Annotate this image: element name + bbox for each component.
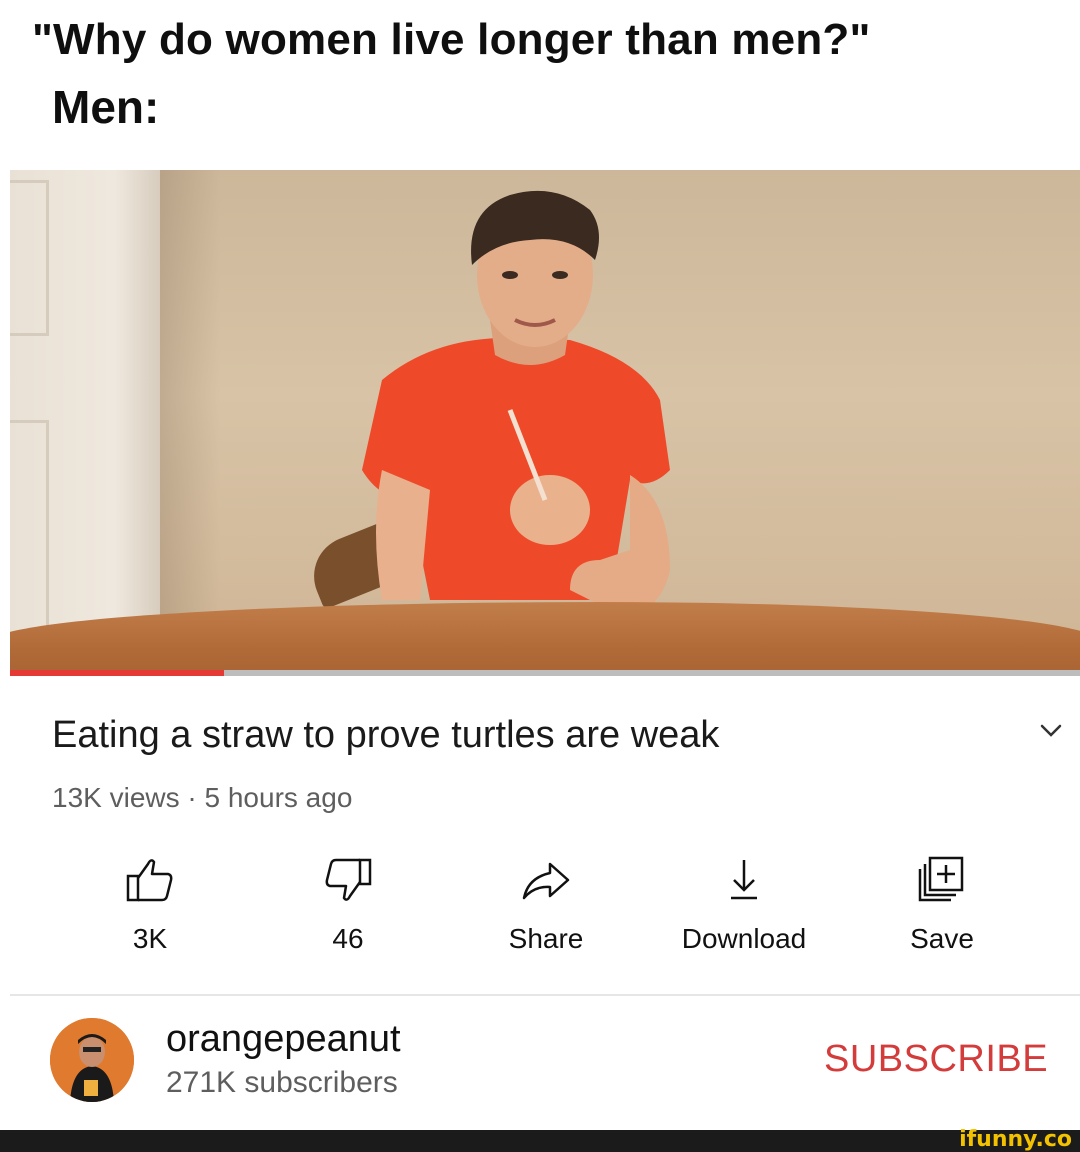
subscriber-count: 271K subscribers: [166, 1066, 398, 1099]
expand-chevron[interactable]: [1038, 718, 1064, 744]
share-icon: [522, 862, 570, 900]
video-title: Eating a straw to prove turtles are weak: [52, 714, 720, 756]
like-button[interactable]: 3K: [50, 850, 250, 970]
divider: [10, 994, 1080, 996]
share-label: Share: [508, 923, 584, 954]
caption-question: "Why do women live longer than men?": [32, 15, 871, 64]
video-player[interactable]: [10, 170, 1080, 670]
dislike-button[interactable]: 46: [248, 850, 448, 970]
like-count: 3K: [132, 923, 168, 954]
save-button[interactable]: Save: [842, 850, 1042, 970]
watermark-bar: [0, 1130, 1080, 1152]
progress-fill: [10, 670, 224, 676]
caption-answer: Men:: [52, 81, 160, 133]
subscribe-button[interactable]: SUBSCRIBE: [824, 1036, 1048, 1082]
avatar-image: [50, 1018, 134, 1102]
thumbs-up-icon: [126, 859, 173, 902]
download-button[interactable]: Download: [644, 850, 844, 970]
progress-track[interactable]: [10, 670, 1080, 676]
download-label: Download: [681, 923, 807, 954]
ifunny-watermark: ifunny.co: [959, 1127, 1072, 1152]
chevron-down-icon: [1040, 724, 1062, 737]
save-playlist-icon: [918, 856, 964, 902]
dislike-count: 46: [332, 923, 364, 954]
video-meta: 13K views · 5 hours ago: [52, 782, 353, 813]
meme-caption: "Why do women live longer than men?" Men…: [32, 8, 1052, 140]
avatar[interactable]: [50, 1018, 134, 1102]
person-in-video: [362, 190, 670, 615]
thumbs-down-icon: [325, 858, 372, 901]
download-icon: [731, 860, 757, 900]
channel-name[interactable]: orangepeanut: [166, 1016, 401, 1062]
action-bar: 3K 46 Share Download Save: [50, 850, 1040, 970]
share-button[interactable]: Share: [446, 850, 646, 970]
save-label: Save: [910, 923, 974, 954]
